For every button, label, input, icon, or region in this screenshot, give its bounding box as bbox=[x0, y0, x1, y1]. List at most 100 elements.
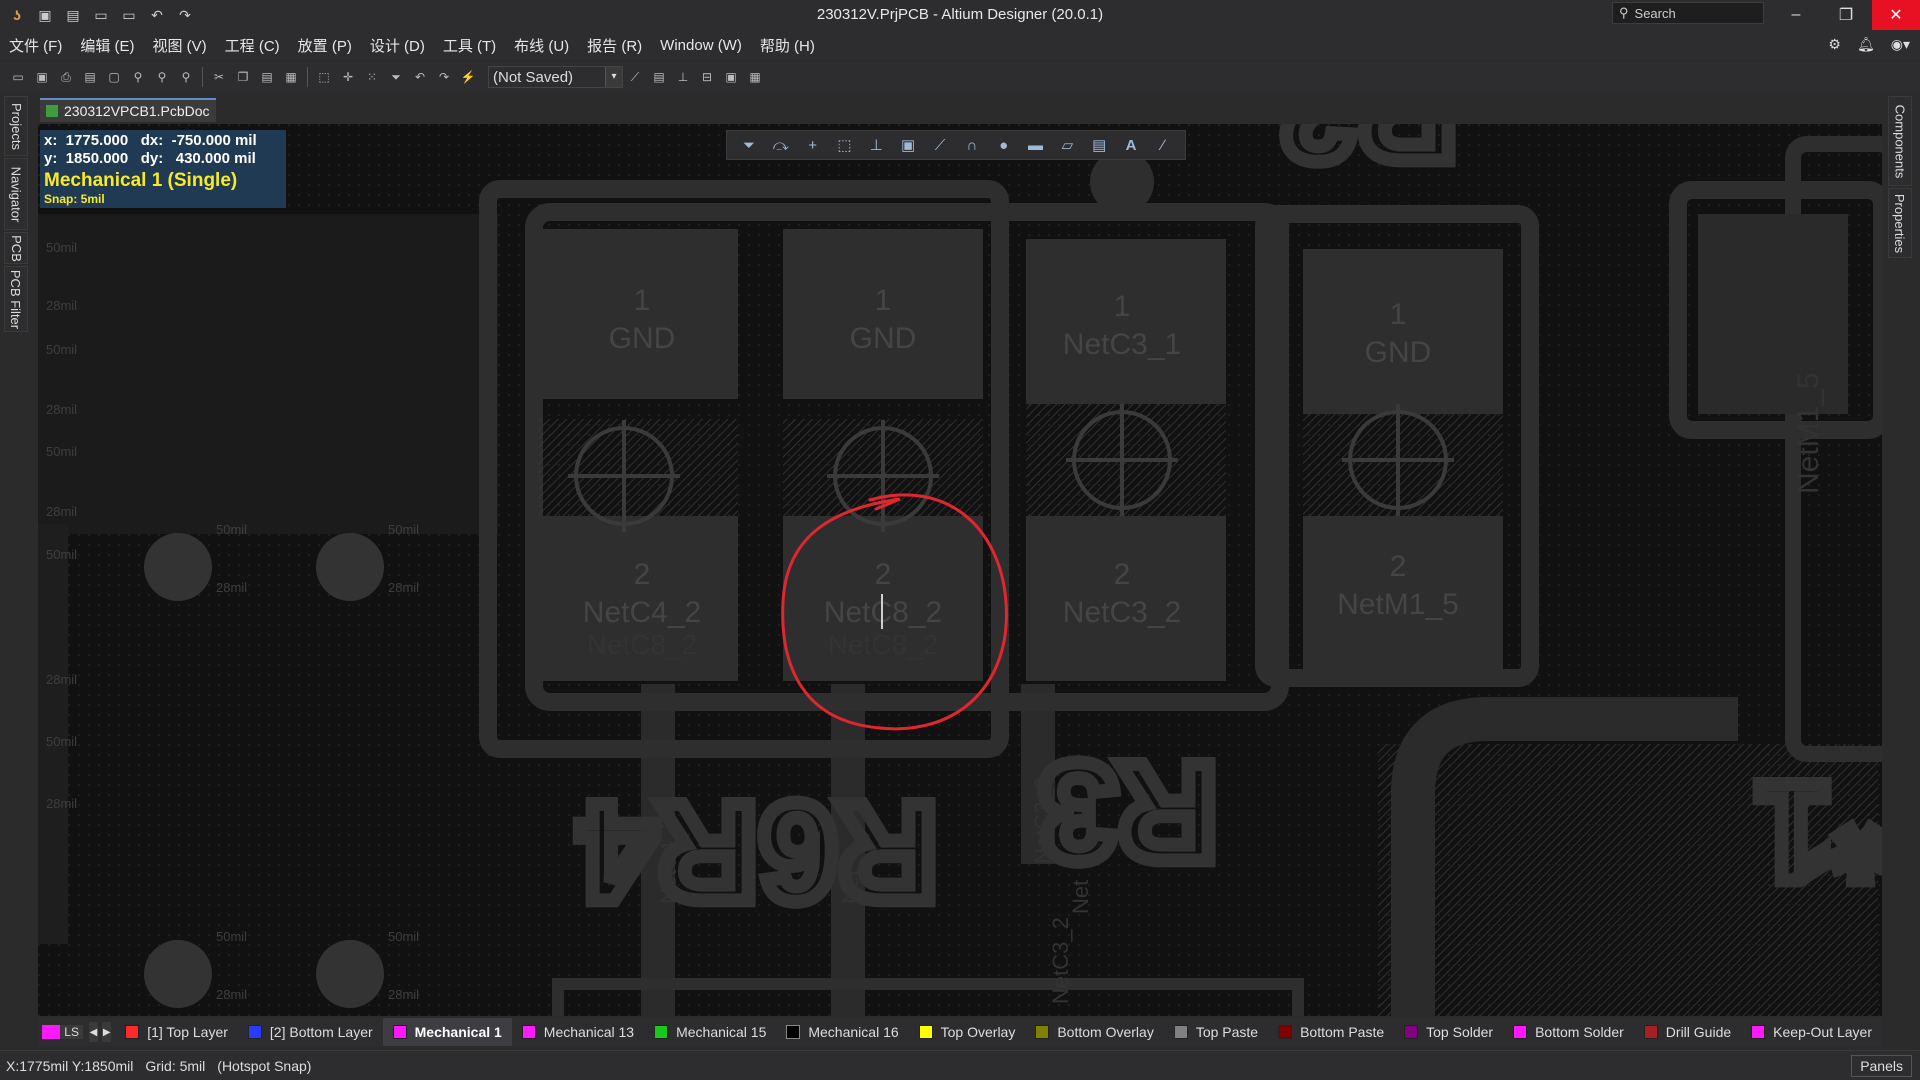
menu-place[interactable]: 放置 (P) bbox=[289, 35, 361, 56]
route-icon[interactable]: ⟋ bbox=[929, 137, 951, 154]
dimension-tools-icon[interactable]: ⊟ bbox=[698, 68, 716, 86]
trace-net-label: NetC3_2 bbox=[1030, 777, 1055, 864]
menu-file[interactable]: 文件 (F) bbox=[0, 35, 71, 56]
menu-view[interactable]: 视图 (V) bbox=[144, 35, 216, 56]
layer-tab-mechanical-16[interactable]: Mechanical 16 bbox=[776, 1018, 908, 1046]
rubber-stamp-icon[interactable]: ▦ bbox=[282, 68, 300, 86]
cut-icon[interactable]: ✂ bbox=[210, 68, 228, 86]
place-tools-icon[interactable]: ⊥ bbox=[674, 68, 692, 86]
menu-tools[interactable]: 工具 (T) bbox=[434, 35, 505, 56]
zoom-filtered-icon[interactable]: ⚲ bbox=[177, 68, 195, 86]
align-icon[interactable]: ⊥ bbox=[865, 136, 887, 154]
polygon-icon[interactable]: ▬ bbox=[1025, 137, 1047, 154]
pad[interactable] bbox=[1303, 249, 1503, 414]
via[interactable] bbox=[316, 533, 384, 601]
layer-tab-bottom-paste[interactable]: Bottom Paste bbox=[1268, 1018, 1394, 1046]
open-icon[interactable]: ▭ bbox=[9, 68, 27, 86]
select-area-icon[interactable]: ⬚ bbox=[315, 68, 333, 86]
dimension-icon[interactable]: ▤ bbox=[1088, 136, 1110, 154]
document-tab[interactable]: 230312VPCB1.PcbDoc bbox=[40, 98, 216, 122]
drawing-tools-icon[interactable]: ⟋ bbox=[626, 68, 644, 86]
zoom-fit-icon[interactable]: ▢ bbox=[105, 68, 123, 86]
menu-help[interactable]: 帮助 (H) bbox=[751, 35, 824, 56]
user-account-icon[interactable]: ◉▾ bbox=[1891, 36, 1910, 53]
undo-icon[interactable]: ↶ bbox=[148, 6, 166, 24]
tab-components[interactable]: Components bbox=[1888, 96, 1912, 186]
undo-icon[interactable]: ↶ bbox=[411, 68, 429, 86]
search-box[interactable]: ⚲ Search bbox=[1612, 2, 1764, 24]
layer-tab-mechanical-13[interactable]: Mechanical 13 bbox=[512, 1018, 644, 1046]
move-icon[interactable]: ✛ bbox=[339, 68, 357, 86]
via[interactable] bbox=[144, 940, 212, 1008]
via-icon[interactable]: ● bbox=[993, 137, 1015, 154]
pcb-canvas[interactable]: 1 GND 1 GND 1 NetC3_1 1 GND 2 NetC4_2 2 … bbox=[38, 124, 1882, 1016]
settings-icon[interactable]: ⚙ bbox=[1828, 36, 1841, 53]
pad[interactable] bbox=[1698, 214, 1848, 414]
notifications-icon[interactable]: 🔔︎ bbox=[1857, 36, 1875, 53]
layer-swatch bbox=[1643, 1025, 1658, 1039]
open-folder-icon[interactable]: ▭ bbox=[92, 6, 110, 24]
menu-design[interactable]: 设计 (D) bbox=[361, 35, 434, 56]
layer-set-button[interactable]: LS bbox=[60, 1025, 83, 1039]
menu-reports[interactable]: 报告 (R) bbox=[578, 35, 651, 56]
close-button[interactable]: ✕ bbox=[1872, 0, 1920, 30]
select-rectangle-icon[interactable]: ⬚ bbox=[833, 136, 855, 154]
place-component-icon[interactable]: ▣ bbox=[897, 136, 919, 154]
layer-tab-bottom-overlay[interactable]: Bottom Overlay bbox=[1025, 1018, 1163, 1046]
place-cross-icon[interactable]: + bbox=[802, 137, 824, 154]
via[interactable] bbox=[144, 533, 212, 601]
tab-projects[interactable]: Projects bbox=[4, 96, 28, 156]
open-project-icon[interactable]: ▭ bbox=[120, 6, 138, 24]
menu-edit[interactable]: 编辑 (E) bbox=[71, 35, 143, 56]
pcb-drawing[interactable]: 1 GND 1 GND 1 NetC3_1 1 GND 2 NetC4_2 2 … bbox=[38, 124, 1882, 1016]
layer-tab-mechanical-1[interactable]: Mechanical 1 bbox=[382, 1018, 512, 1046]
layer-tab-bottom-layer[interactable]: [2] Bottom Layer bbox=[238, 1018, 383, 1046]
menu-project[interactable]: 工程 (C) bbox=[216, 35, 289, 56]
zoom-area-icon[interactable]: ⚲ bbox=[129, 68, 147, 86]
layer-tab-top-layer[interactable]: [1] Top Layer bbox=[115, 1018, 238, 1046]
save-icon[interactable]: ▣ bbox=[36, 6, 54, 24]
layer-tab-keep-out[interactable]: Keep-Out Layer bbox=[1741, 1018, 1882, 1046]
tab-pcb-filter[interactable]: PCB Filter bbox=[4, 266, 28, 332]
paste-icon[interactable]: ▤ bbox=[258, 68, 276, 86]
layer-tab-mechanical-15[interactable]: Mechanical 15 bbox=[644, 1018, 776, 1046]
restore-button[interactable]: ❐ bbox=[1822, 0, 1870, 30]
redo-icon[interactable]: ↷ bbox=[176, 6, 194, 24]
text-icon[interactable]: A bbox=[1120, 137, 1142, 154]
current-layer-swatch[interactable] bbox=[42, 1025, 61, 1039]
filter-icon[interactable]: ⏷ bbox=[738, 137, 760, 154]
grid-icon[interactable]: ▦ bbox=[746, 68, 764, 86]
region-icon[interactable]: ▱ bbox=[1056, 136, 1078, 154]
deselect-icon[interactable]: ⁙ bbox=[363, 68, 381, 86]
cross-probe-icon[interactable]: ⚡ bbox=[459, 68, 477, 86]
menu-window[interactable]: Window (W) bbox=[651, 37, 751, 54]
line-icon[interactable]: ∕ bbox=[1152, 137, 1174, 154]
layer-tab-bottom-solder[interactable]: Bottom Solder bbox=[1503, 1018, 1634, 1046]
chevron-right-icon[interactable]: ▶ bbox=[102, 1022, 112, 1042]
room-tools-icon[interactable]: ▣ bbox=[722, 68, 740, 86]
variant-select[interactable]: (Not Saved) ▾ bbox=[488, 66, 623, 88]
save-icon[interactable]: ▣ bbox=[33, 68, 51, 86]
redo-icon[interactable]: ↷ bbox=[435, 68, 453, 86]
copy-icon[interactable]: ❐ bbox=[234, 68, 252, 86]
layer-tab-top-paste[interactable]: Top Paste bbox=[1164, 1018, 1268, 1046]
diff-pair-icon[interactable]: ∩ bbox=[961, 137, 983, 154]
chevron-left-icon[interactable]: ◀ bbox=[88, 1022, 99, 1042]
save-all-icon[interactable]: ▤ bbox=[64, 6, 82, 24]
panels-button[interactable]: Panels bbox=[1851, 1055, 1912, 1077]
tab-properties[interactable]: Properties bbox=[1888, 188, 1912, 258]
zoom-selected-icon[interactable]: ⚲ bbox=[153, 68, 171, 86]
clear-filter-icon[interactable]: ⏷ bbox=[387, 68, 405, 86]
menu-route[interactable]: 布线 (U) bbox=[505, 35, 578, 56]
print-preview-icon[interactable]: ▤ bbox=[81, 68, 99, 86]
layer-tab-top-solder[interactable]: Top Solder bbox=[1394, 1018, 1503, 1046]
layer-tab-drill-guide[interactable]: Drill Guide bbox=[1634, 1018, 1741, 1046]
tab-pcb[interactable]: PCB bbox=[4, 232, 28, 264]
print-icon[interactable]: ⎙ bbox=[57, 68, 75, 86]
via[interactable] bbox=[316, 940, 384, 1008]
tab-navigator[interactable]: Navigator bbox=[4, 158, 28, 230]
interactive-routing-icon[interactable]: ⤼ bbox=[770, 137, 792, 154]
align-tools-icon[interactable]: ▤ bbox=[650, 68, 668, 86]
layer-tab-top-overlay[interactable]: Top Overlay bbox=[909, 1018, 1026, 1046]
minimize-button[interactable]: – bbox=[1772, 0, 1820, 30]
